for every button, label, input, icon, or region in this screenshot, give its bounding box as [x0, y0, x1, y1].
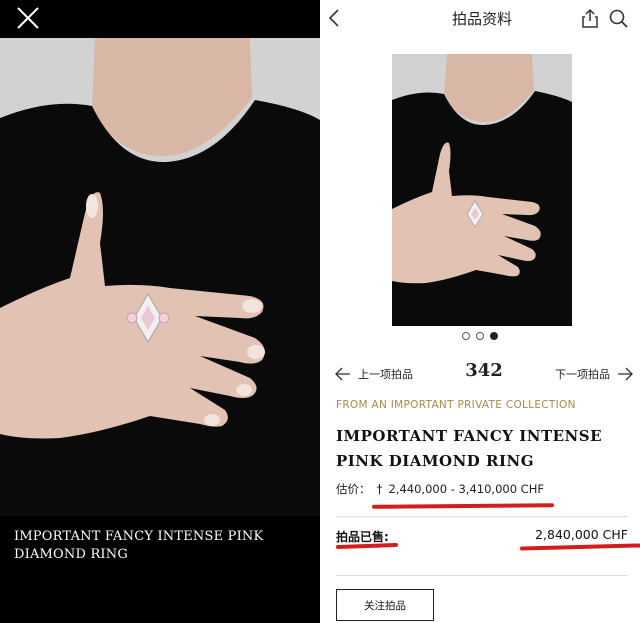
gallery-dot-active[interactable]	[490, 332, 498, 340]
red-underline-annotation	[371, 503, 555, 509]
estimate-label: 估价：	[336, 482, 371, 496]
red-underline-annotation	[335, 542, 399, 550]
close-icon[interactable]	[14, 4, 42, 32]
lot-details-panel: 拍品资料 上一项拍品 342 下一项拍品 FROM AN IMPORTANT P…	[320, 0, 640, 623]
red-underline-annotation	[519, 543, 640, 551]
photo-viewer: IMPORTANT FANCY INTENSE PINK DIAMOND RIN…	[0, 0, 320, 623]
search-icon[interactable]	[608, 8, 630, 30]
sold-label: 拍品已售:	[336, 530, 389, 544]
arrow-right-icon	[618, 367, 633, 381]
top-bar: 拍品资料	[322, 0, 640, 38]
dagger-symbol: †	[376, 482, 383, 496]
divider	[336, 575, 628, 576]
share-icon[interactable]	[580, 7, 600, 29]
gallery-dot[interactable]	[476, 332, 484, 340]
gallery-dot[interactable]	[462, 332, 470, 340]
photo-caption: IMPORTANT FANCY INTENSE PINK DIAMOND RIN…	[14, 529, 264, 562]
lot-navigation: 上一项拍品 342 下一项拍品	[334, 360, 634, 386]
follow-lot-button[interactable]: 关注拍品	[336, 589, 434, 621]
estimate-row: 估价： † 2,440,000 - 3,410,000 CHF	[336, 481, 636, 497]
estimate-value: 2,440,000 - 3,410,000 CHF	[388, 482, 544, 496]
sold-price: 2,840,000 CHF	[535, 527, 628, 542]
gallery-pagination	[462, 330, 506, 342]
ring-photo-large	[0, 38, 320, 516]
divider	[336, 516, 628, 517]
next-lot-label: 下一项拍品	[555, 368, 610, 381]
lot-title: IMPORTANT FANCY INTENSE PINK DIAMOND RIN…	[336, 427, 603, 470]
provenance-text: FROM AN IMPORTANT PRIVATE COLLECTION	[336, 399, 576, 411]
ring-photo-thumbnail[interactable]	[392, 54, 572, 326]
next-lot-button[interactable]: 下一项拍品	[555, 364, 634, 384]
